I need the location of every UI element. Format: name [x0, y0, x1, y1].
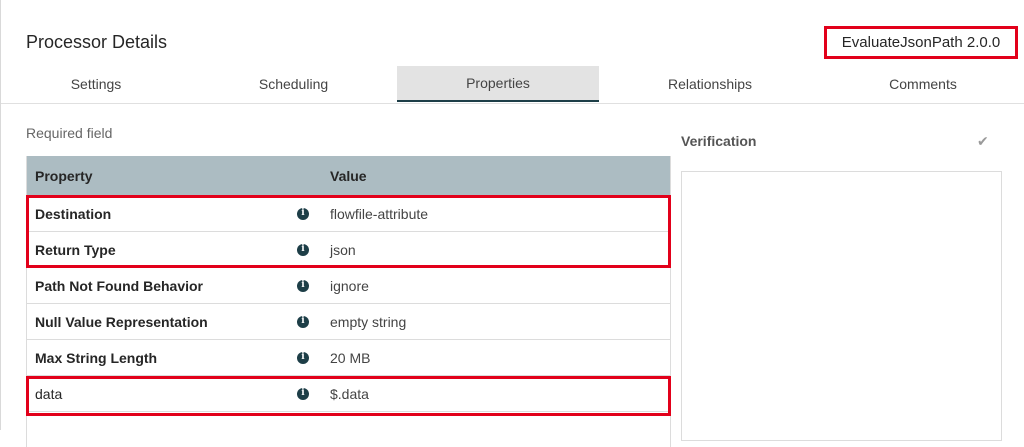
- tab-relationships[interactable]: Relationships: [599, 66, 821, 102]
- property-value[interactable]: $.data: [330, 386, 369, 402]
- property-value[interactable]: empty string: [330, 314, 406, 330]
- check-icon[interactable]: ✔: [977, 133, 989, 150]
- property-name: Return Type: [35, 241, 116, 258]
- required-field-label: Required field: [26, 125, 113, 141]
- property-name: Null Value Representation: [35, 313, 208, 330]
- property-value[interactable]: flowfile-attribute: [330, 206, 428, 222]
- dialog-title: Processor Details: [26, 32, 168, 52]
- table-row[interactable]: Path Not Found Behavior i ignore: [27, 268, 670, 304]
- table-header: Property Value: [27, 156, 670, 196]
- property-column-header: Property: [35, 168, 93, 184]
- verification-title: Verification: [681, 133, 757, 149]
- info-icon[interactable]: i: [297, 207, 309, 220]
- info-icon[interactable]: i: [297, 315, 309, 328]
- property-name: Max String Length: [35, 349, 158, 366]
- table-row[interactable]: Return Type i json: [27, 232, 670, 268]
- processor-details-dialog: Processor Details EvaluateJsonPath 2.0.0…: [0, 0, 1024, 447]
- property-name: Destination: [35, 205, 112, 222]
- tab-bar: Settings Scheduling Properties Relations…: [1, 66, 1024, 104]
- processor-version-label: EvaluateJsonPath 2.0.0: [824, 26, 1018, 59]
- property-value[interactable]: json: [330, 242, 356, 258]
- table-row[interactable]: Null Value Representation i empty string: [27, 304, 670, 340]
- table-row[interactable]: data i $.data: [27, 376, 670, 412]
- properties-table: Property Value Destination i flowfile-at…: [26, 156, 671, 447]
- info-icon[interactable]: i: [297, 243, 309, 256]
- info-icon[interactable]: i: [297, 279, 309, 292]
- table-row[interactable]: Destination i flowfile-attribute: [27, 196, 670, 232]
- table-row[interactable]: Max String Length i 20 MB: [27, 340, 670, 376]
- property-value[interactable]: 20 MB: [330, 350, 370, 366]
- info-icon[interactable]: i: [297, 351, 309, 364]
- tab-properties[interactable]: Properties: [397, 66, 599, 102]
- info-icon[interactable]: i: [297, 387, 309, 400]
- verification-panel: [681, 171, 1002, 441]
- value-column-header: Value: [330, 168, 367, 184]
- tab-comments[interactable]: Comments: [821, 66, 1024, 102]
- property-name: Path Not Found Behavior: [35, 277, 203, 294]
- property-value[interactable]: ignore: [330, 278, 369, 294]
- tab-scheduling[interactable]: Scheduling: [191, 66, 396, 102]
- property-name: data: [35, 385, 63, 402]
- tab-settings[interactable]: Settings: [1, 66, 191, 102]
